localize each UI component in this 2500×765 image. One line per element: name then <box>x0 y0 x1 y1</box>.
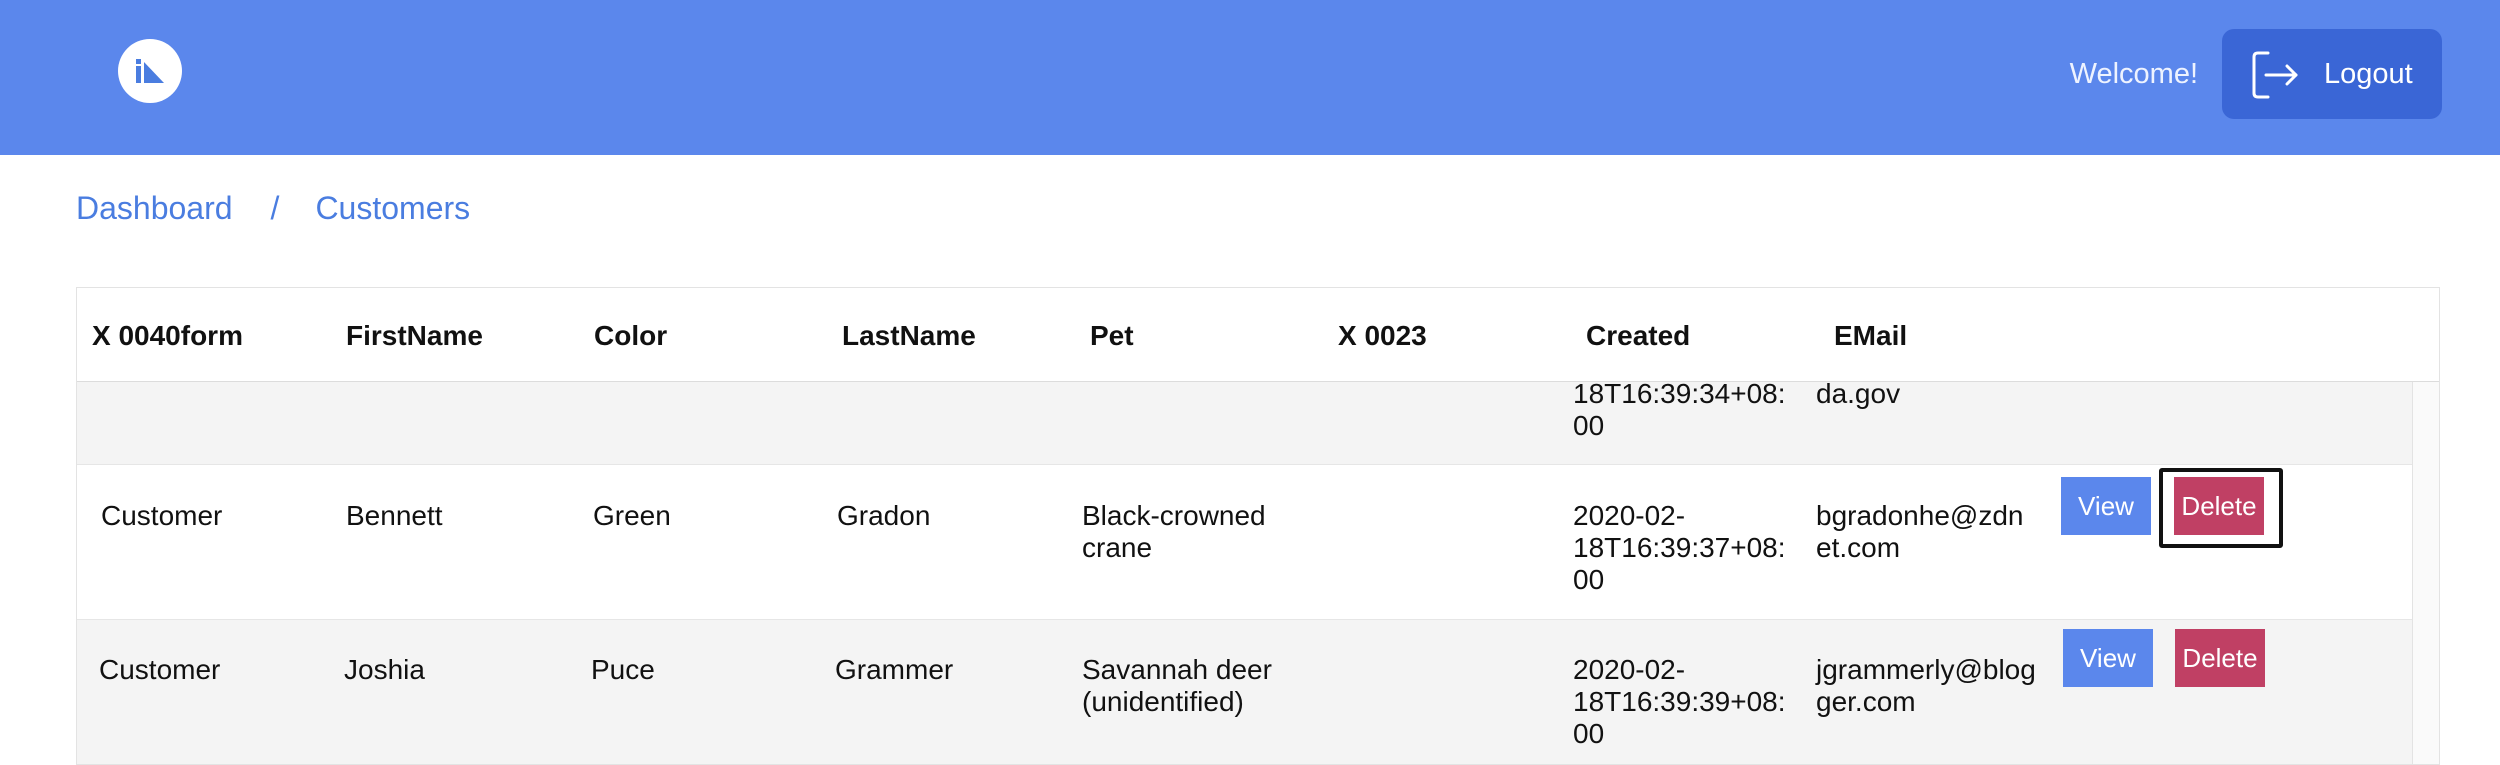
welcome-text: Welcome! <box>2069 58 2198 90</box>
breadcrumb: Dashboard / Customers <box>76 190 470 227</box>
col-header-color[interactable]: Color <box>594 320 667 352</box>
pet-cell: Black-crowned crane <box>1082 500 1266 563</box>
col-header-x0023[interactable]: X 0023 <box>1338 320 1427 352</box>
col-header-pet[interactable]: Pet <box>1090 320 1134 352</box>
lastname-cell: Grammer <box>835 654 954 685</box>
col-header-email[interactable]: EMail <box>1834 320 1907 352</box>
col-header-firstname[interactable]: FirstName <box>346 320 483 352</box>
breadcrumb-dashboard[interactable]: Dashboard <box>76 190 233 226</box>
table-scrollbar[interactable] <box>2412 381 2439 764</box>
email-cell: bgradonhe@zdn et.com <box>1816 500 2024 563</box>
lastname-cell: Gradon <box>837 500 931 531</box>
form-cell: Customer <box>99 654 221 685</box>
delete-button[interactable]: Delete <box>2174 477 2264 535</box>
email-cell: jgrammerly@blog ger.com <box>1816 654 2036 717</box>
brand-logo[interactable] <box>118 39 182 103</box>
created-cell: 2020-02- 18T16:39:37+08: 00 <box>1573 500 1786 595</box>
table-row: Customer Bennett Green Gradon Black-crow… <box>77 465 2413 620</box>
pet-cell: Savannah deer (unidentified) <box>1082 654 1272 717</box>
table-row: 18T16:39:34+08: 00 da.gov <box>77 378 2413 465</box>
view-button[interactable]: View <box>2061 477 2151 535</box>
firstname-cell: Joshia <box>344 654 425 685</box>
color-cell: Puce <box>591 654 655 685</box>
created-cell: 18T16:39:34+08: 00 <box>1573 378 1786 441</box>
table-header: X 0040form FirstName Color LastName Pet … <box>77 288 2439 382</box>
created-cell: 2020-02- 18T16:39:39+08: 00 <box>1573 654 1786 749</box>
breadcrumb-customers[interactable]: Customers <box>315 190 470 226</box>
color-cell: Green <box>593 500 671 531</box>
logout-icon <box>2252 51 2298 99</box>
firstname-cell: Bennett <box>346 500 443 531</box>
email-cell: da.gov <box>1816 378 1901 409</box>
customers-table: X 0040form FirstName Color LastName Pet … <box>76 287 2440 765</box>
breadcrumb-separator: / <box>270 190 280 226</box>
logout-label: Logout <box>2324 58 2413 90</box>
view-button[interactable]: View <box>2063 629 2153 687</box>
col-header-created[interactable]: Created <box>1586 320 1690 352</box>
top-header: Welcome! Logout <box>0 0 2500 155</box>
brand-logo-icon <box>136 59 164 83</box>
form-cell: Customer <box>101 500 223 531</box>
col-header-lastname[interactable]: LastName <box>842 320 976 352</box>
col-header-x0040form[interactable]: X 0040form <box>92 320 243 352</box>
logout-button[interactable]: Logout <box>2222 29 2442 119</box>
delete-button[interactable]: Delete <box>2175 629 2265 687</box>
table-row: Customer Joshia Puce Grammer Savannah de… <box>77 620 2413 764</box>
